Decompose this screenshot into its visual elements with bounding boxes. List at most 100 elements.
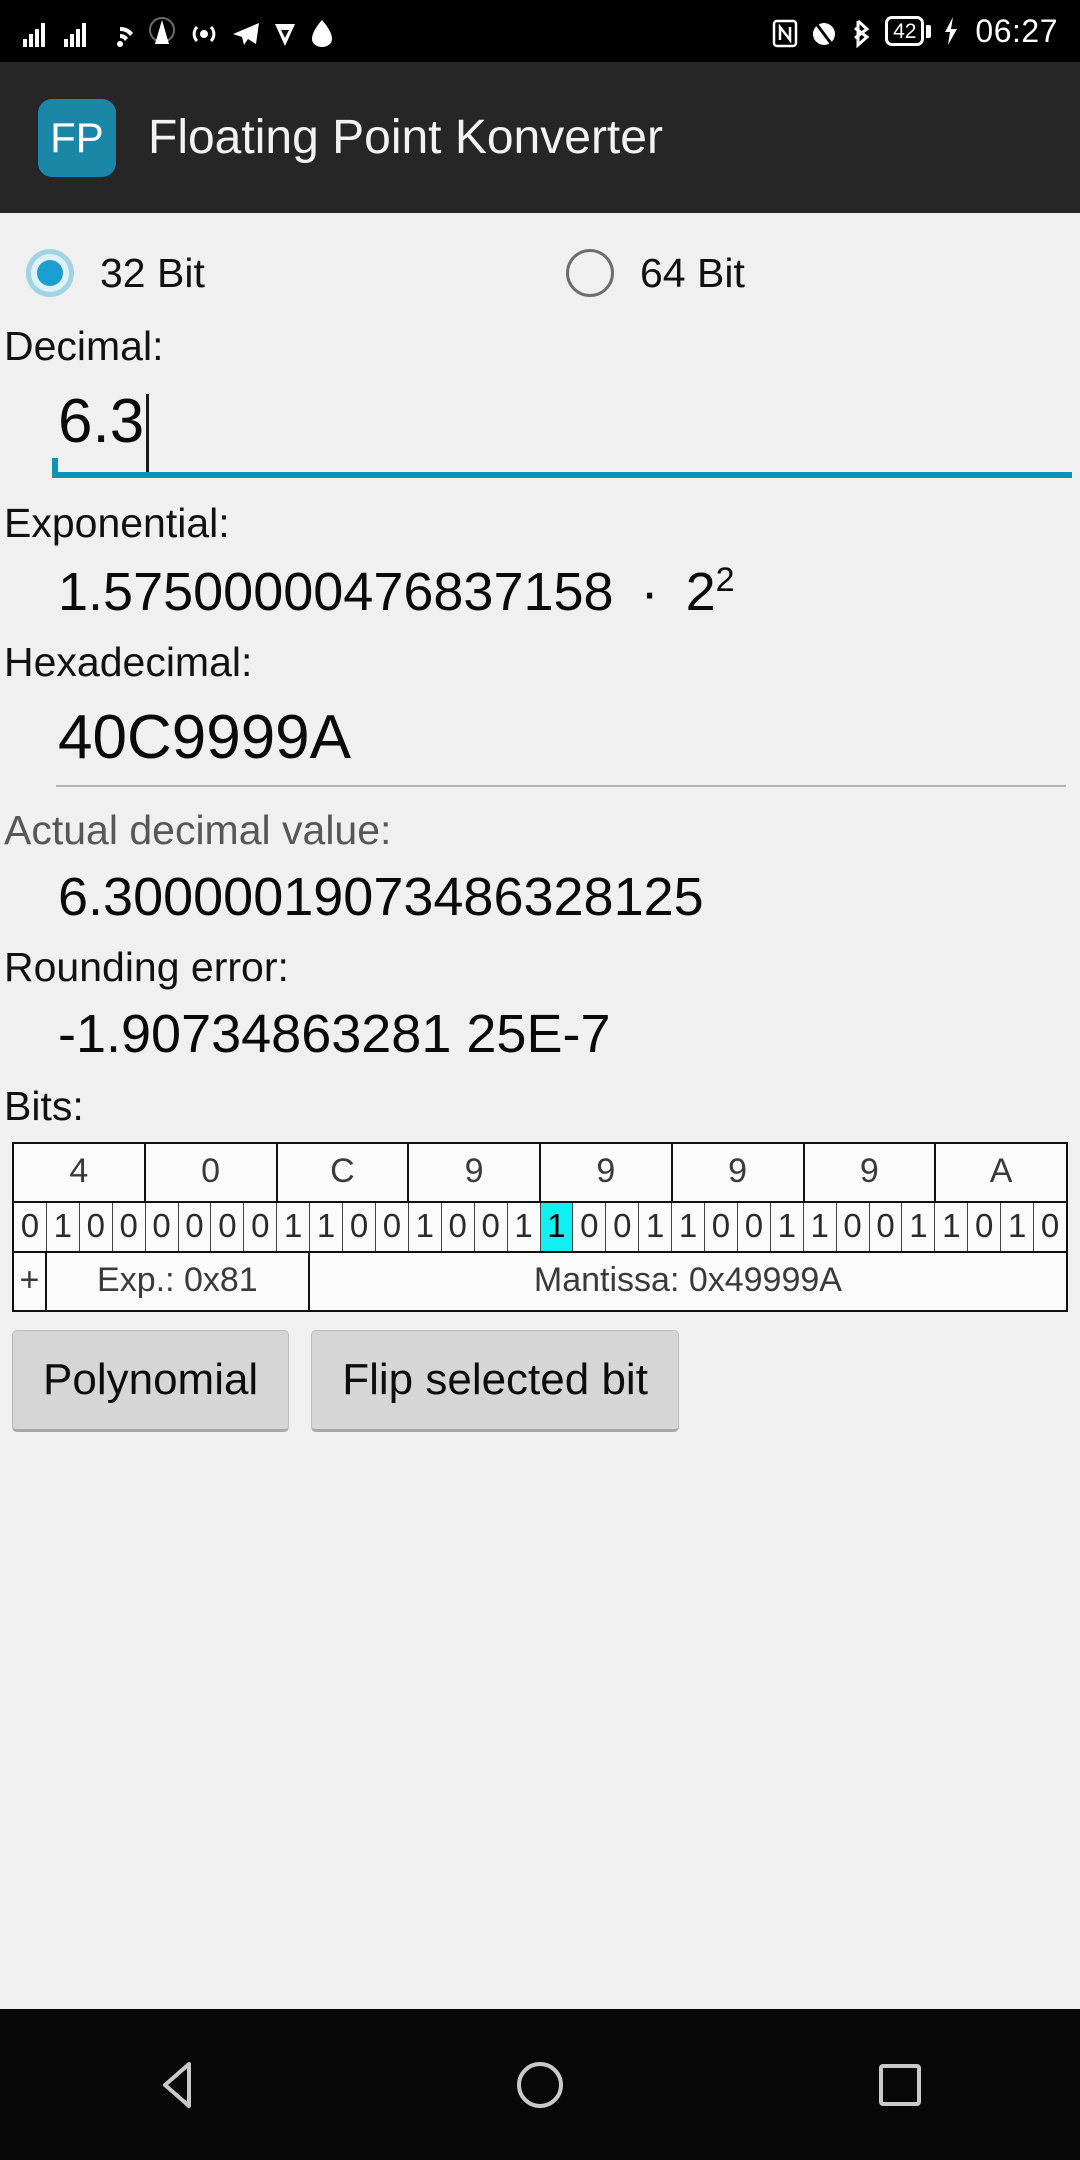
bit-cell[interactable]: 1	[277, 1203, 311, 1251]
exponential-mantissa: 1.57500000476837158	[58, 562, 614, 622]
recents-square-icon[interactable]	[840, 2025, 960, 2145]
bit-cell[interactable]: 0	[606, 1203, 640, 1251]
back-triangle-icon[interactable]	[120, 2025, 240, 2145]
radio-dot	[37, 260, 63, 286]
bits-label: Bits:	[4, 1083, 84, 1129]
mantissa-field: Mantissa: 0x49999A	[533, 1261, 842, 1299]
bit-cell[interactable]: 0	[343, 1203, 376, 1251]
battery-icon: 42	[885, 14, 932, 48]
rounding-error-section: Rounding error: -1.90734863281 25E-7	[0, 944, 1080, 1065]
bit-cell[interactable]: 0	[14, 1203, 47, 1251]
actual-value-label: Actual decimal value:	[4, 807, 392, 853]
bits-hex-header-row: 40C9999A	[14, 1144, 1066, 1203]
exponential-exponent: 2	[715, 561, 735, 599]
bit-cell[interactable]: 0	[113, 1203, 146, 1251]
bit-cell[interactable]: 1	[47, 1203, 80, 1251]
hexadecimal-input-value[interactable]: 40C9999A	[0, 702, 1080, 773]
action-buttons: Polynomial Flip selected bit	[0, 1312, 1080, 1432]
hexadecimal-input[interactable]: 40C9999A	[0, 702, 1080, 787]
bit-cell[interactable]: 0	[705, 1203, 738, 1251]
battery-tip	[926, 24, 932, 38]
telegram-icon	[231, 14, 261, 48]
polynomial-button[interactable]: Polynomial	[12, 1330, 290, 1432]
app-logo: FP	[38, 98, 116, 177]
sign-field: +	[14, 1253, 47, 1310]
bit-cell[interactable]: 0	[870, 1203, 903, 1251]
bit-cell[interactable]: 0	[1034, 1203, 1066, 1251]
exponential-base: 2	[685, 562, 716, 622]
wifi-icon	[104, 14, 136, 48]
radio-icon-checked[interactable]	[26, 249, 74, 297]
bits-section: Bits: 40C9999A 0100000011001001100110011…	[0, 1083, 1080, 1312]
bit-cell[interactable]: 0	[837, 1203, 870, 1251]
bits-field-row: + Exp.: 0x81 Mantissa: 0x49999A	[14, 1253, 1066, 1310]
exponential-value: 1.57500000476837158 · 22	[0, 561, 1080, 623]
bit-cell[interactable]: 0	[244, 1203, 278, 1251]
bit-cell[interactable]: 0	[968, 1203, 1002, 1251]
app-bar: FP Floating Point Konverter	[0, 62, 1080, 213]
hex-nibble-cell: 4	[14, 1144, 146, 1201]
signal-bars-icon	[63, 14, 93, 48]
bit-cell[interactable]: 1	[672, 1203, 706, 1251]
decimal-section: Decimal: 6.3	[0, 323, 1080, 478]
radio-option-64bit[interactable]: 64 Bit	[566, 249, 745, 297]
phone-screen: 42 06:27 FP Floating Point Konverter 32 …	[0, 0, 1080, 2160]
bluetooth-icon	[850, 14, 874, 48]
app-icon	[272, 14, 298, 48]
actual-value-text: 6.30000019073486328125	[58, 867, 704, 927]
main-content: 32 Bit 64 Bit Decimal: 6.3 Exponential: …	[0, 213, 1080, 2009]
hex-nibble-cell: A	[989, 1152, 1013, 1190]
nfc-icon	[772, 14, 798, 48]
hexadecimal-section: Hexadecimal: 40C9999A	[0, 639, 1080, 787]
bit-cell[interactable]: 1	[804, 1203, 837, 1251]
page-title: Floating Point Konverter	[148, 111, 663, 164]
decimal-label: Decimal:	[4, 323, 164, 369]
alarm-off-icon	[809, 14, 839, 48]
radio-option-32bit[interactable]: 32 Bit	[26, 249, 566, 297]
bit-cell[interactable]: 0	[146, 1203, 179, 1251]
bit-cell[interactable]: 1	[639, 1203, 673, 1251]
bits-value-row[interactable]: 01000000110010011001100110011010	[14, 1203, 1066, 1253]
bit-cell[interactable]: 0	[179, 1203, 212, 1251]
bit-cell[interactable]: 1	[902, 1203, 936, 1251]
decimal-input-underline	[52, 458, 1072, 478]
radio-icon-unchecked[interactable]	[566, 249, 614, 297]
decimal-input[interactable]: 6.3	[0, 370, 1080, 478]
bit-cell[interactable]: 1	[1001, 1203, 1035, 1251]
lightning-bolt-icon	[942, 14, 960, 48]
bit-cell-selected[interactable]: 1	[540, 1203, 574, 1251]
bit-cell[interactable]: 0	[573, 1203, 607, 1251]
text-caret	[146, 393, 150, 476]
hex-nibble-cell: 9	[541, 1144, 673, 1201]
flip-selected-bit-button[interactable]: Flip selected bit	[311, 1330, 679, 1432]
exponent-field: Exp.: 0x81	[47, 1253, 310, 1310]
status-bar: 42 06:27	[0, 0, 1080, 62]
exponential-section: Exponential: 1.57500000476837158 · 22	[0, 500, 1080, 623]
hex-nibble-cell: C	[278, 1144, 410, 1201]
bit-cell[interactable]: 0	[211, 1203, 245, 1251]
hex-nibble-cell: 9	[805, 1144, 937, 1201]
hex-nibble-cell: 0	[146, 1144, 278, 1201]
bit-cell[interactable]: 0	[80, 1203, 113, 1251]
battery-level: 42	[885, 16, 925, 46]
home-circle-icon[interactable]	[480, 2025, 600, 2145]
bit-cell[interactable]: 1	[409, 1203, 442, 1251]
bit-cell[interactable]: 0	[376, 1203, 409, 1251]
bit-cell[interactable]: 0	[442, 1203, 475, 1251]
bit-cell[interactable]: 0	[475, 1203, 508, 1251]
hex-nibble-cell: 9	[409, 1144, 541, 1201]
rounding-error-label: Rounding error:	[4, 944, 289, 990]
decimal-input-value[interactable]: 6.3	[58, 370, 144, 474]
radio-label-32bit: 32 Bit	[100, 249, 205, 296]
bit-cell[interactable]: 0	[738, 1203, 771, 1251]
bit-cell[interactable]: 1	[508, 1203, 541, 1251]
precision-radio-group: 32 Bit 64 Bit	[0, 213, 1080, 297]
bit-cell[interactable]: 1	[935, 1203, 969, 1251]
app-icon	[309, 14, 335, 48]
bit-cell[interactable]: 1	[310, 1203, 344, 1251]
status-bar-right-icons: 42 06:27	[772, 13, 1058, 50]
rounding-error-text: -1.90734863281 25E-7	[58, 1004, 611, 1064]
status-bar-left-icons	[22, 14, 335, 48]
bit-cell[interactable]: 1	[771, 1203, 804, 1251]
status-bar-clock: 06:27	[975, 12, 1058, 49]
